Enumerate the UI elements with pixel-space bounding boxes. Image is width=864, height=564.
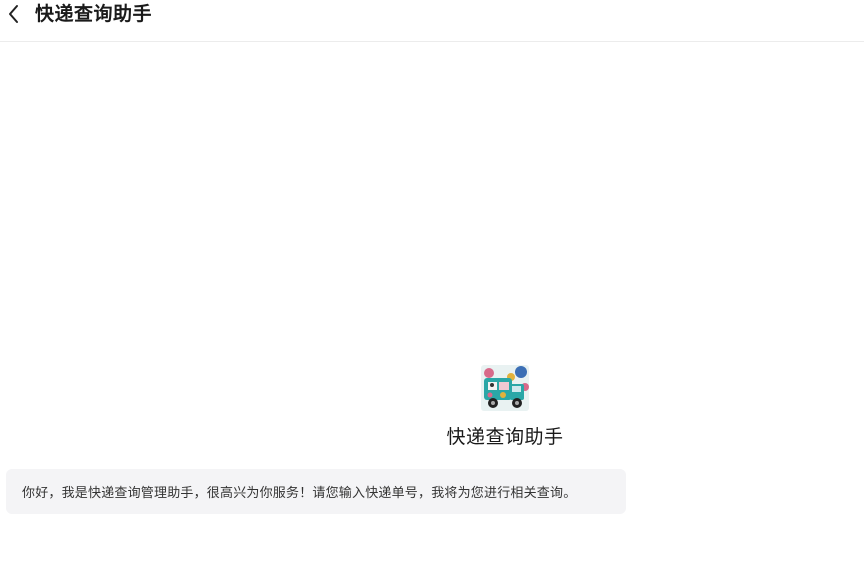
bot-name: 快递查询助手 (446, 426, 564, 448)
bot-message-text: 你好，我是快递查询管理助手，很高兴为你服务！请您输入快递单号，我将为您进行相关查… (22, 486, 577, 501)
top-bar: 快递查询助手 (0, 0, 864, 42)
page-title: 快递查询助手 (35, 3, 153, 25)
bot-message-bubble: 你好，我是快递查询管理助手，很高兴为你服务！请您输入快递单号，我将为您进行相关查… (6, 469, 626, 514)
bot-profile: 快递查询助手 (434, 365, 576, 449)
delivery-truck-avatar[interactable] (481, 365, 529, 411)
back-button[interactable] (4, 2, 24, 26)
chevron-left-icon (9, 5, 18, 23)
chat-page: 快递查询助手 快递查询助手 你好，我是快递查询管理助手，很高兴为你服务！请您输入… (0, 0, 864, 564)
